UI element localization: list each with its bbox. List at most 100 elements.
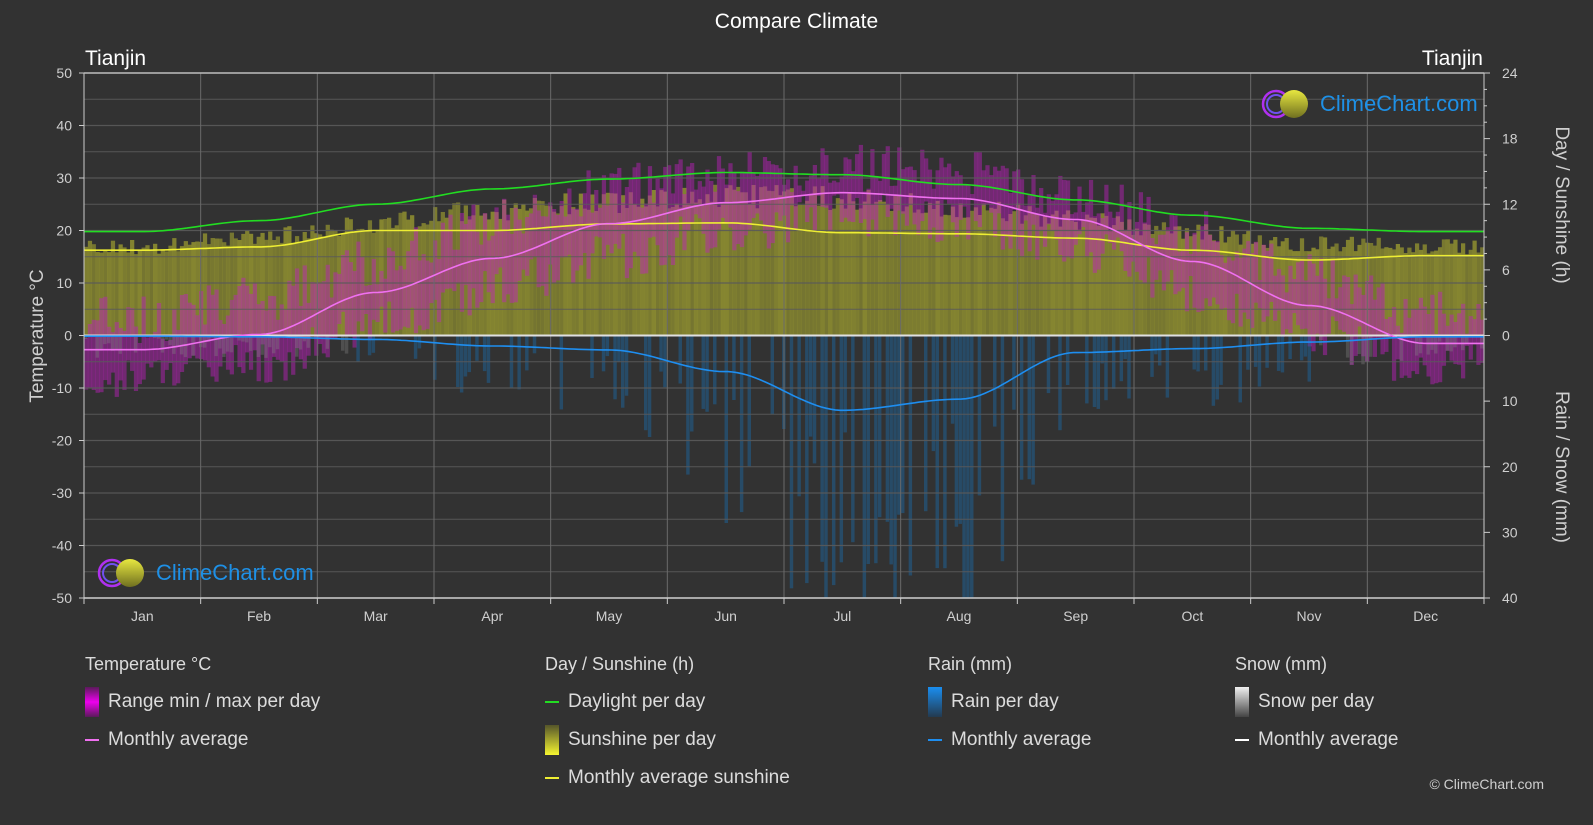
temp-range-day-bar bbox=[996, 170, 1002, 214]
legend-label: Snow per day bbox=[1258, 690, 1375, 712]
temp-range-day-bar bbox=[939, 157, 944, 241]
rain-day-bar bbox=[1123, 335, 1127, 360]
temp-range-day-bar bbox=[1100, 218, 1105, 254]
logo-text: ClimeChart.com bbox=[156, 560, 314, 585]
sunshine-day-bar bbox=[137, 250, 142, 336]
temp-range-day-bar bbox=[371, 258, 376, 320]
temp-range-day-bar bbox=[398, 265, 403, 330]
sunshine-day-bar bbox=[1039, 226, 1044, 336]
legend-item-rain: Rain per day bbox=[928, 686, 1091, 717]
sunshine-day-bar bbox=[1453, 239, 1458, 336]
temp-range-day-bar bbox=[644, 203, 649, 274]
sunshine-day-bar bbox=[1046, 223, 1051, 336]
temp-range-day-bar bbox=[993, 166, 998, 237]
temp-range-day-bar bbox=[578, 216, 584, 266]
temp-range-day-bar bbox=[122, 330, 127, 390]
temp-range-day-bar bbox=[858, 144, 864, 223]
rain-day-bar bbox=[559, 335, 564, 410]
temp-range-day-bar bbox=[1246, 241, 1251, 319]
temp-range-day-bar bbox=[854, 154, 860, 198]
rain-day-bar bbox=[1127, 335, 1131, 399]
rain-day-bar bbox=[732, 335, 736, 400]
rain-day-bar bbox=[1000, 335, 1005, 562]
rain-day-bar bbox=[1196, 335, 1200, 372]
temp-range-day-bar bbox=[486, 240, 491, 293]
rain-day-bar bbox=[1150, 335, 1154, 377]
sunshine-day-bar bbox=[1434, 250, 1439, 336]
rain-day-bar bbox=[958, 335, 962, 524]
rain-day-bar bbox=[954, 335, 959, 527]
sunshine-day-bar bbox=[107, 252, 112, 336]
temp-range-day-bar bbox=[1230, 260, 1236, 324]
sunshine-day-bar bbox=[843, 208, 848, 336]
rain-day-bar bbox=[1085, 335, 1089, 404]
x-tick-label-apr: Apr bbox=[481, 608, 503, 624]
rain-day-bar bbox=[993, 335, 997, 427]
temp-range-day-bar bbox=[609, 173, 614, 254]
temp-range-day-bar bbox=[1138, 192, 1144, 281]
rain-swatch bbox=[928, 686, 942, 717]
snow-day-bar bbox=[99, 335, 103, 351]
sunshine-day-bar bbox=[920, 213, 925, 336]
legend-item-temp-range: Range min / max per day bbox=[85, 686, 320, 717]
sunshine-day-bar bbox=[877, 200, 883, 336]
temp-range-day-bar bbox=[617, 167, 622, 249]
rain-day-bar bbox=[532, 335, 537, 354]
temp-range-day-bar bbox=[966, 184, 971, 240]
x-tick-label-oct: Oct bbox=[1181, 608, 1203, 624]
temp-range-day-bar bbox=[908, 166, 913, 206]
y-axis-label-rain-snow: Rain / Snow (mm) bbox=[1551, 390, 1572, 544]
sunshine-day-bar bbox=[889, 211, 894, 336]
rain-day-bar bbox=[701, 335, 705, 409]
temp-range-day-bar bbox=[505, 214, 511, 295]
temp-range-day-bar bbox=[1376, 287, 1381, 340]
sunshine-day-bar bbox=[931, 209, 936, 336]
sunshine-day-bar bbox=[133, 254, 139, 336]
temp-range-day-bar bbox=[958, 175, 963, 220]
sunshine-day-bar bbox=[1445, 239, 1450, 336]
rain-day-bar bbox=[808, 335, 813, 437]
temp-range-day-bar bbox=[1288, 265, 1293, 334]
temp-range-day-bar bbox=[893, 185, 898, 236]
temp-range-day-bar bbox=[463, 223, 468, 285]
climechart-logo-bottom[interactable]: ClimeChart.com bbox=[96, 557, 314, 589]
snow-day-bar bbox=[264, 335, 268, 358]
temp-range-day-bar bbox=[847, 159, 852, 222]
temp-range-day-bar bbox=[310, 282, 315, 328]
sunshine-day-bar bbox=[1050, 214, 1055, 336]
temp-range-day-bar bbox=[252, 283, 258, 351]
chart-title: Compare Climate bbox=[714, 10, 879, 33]
sunshine-day-bar bbox=[904, 206, 910, 336]
temp-range-day-bar bbox=[156, 303, 162, 361]
temp-avg-swatch bbox=[85, 738, 99, 741]
rain-day-bar bbox=[950, 335, 955, 424]
sunshine-day-bar bbox=[801, 205, 806, 336]
temp-range-day-bar bbox=[862, 191, 867, 220]
sunshine-day-bar bbox=[885, 204, 890, 336]
temp-range-day-bar bbox=[402, 269, 407, 327]
sunshine-day-bar bbox=[977, 215, 982, 336]
temp-range-day-bar bbox=[563, 216, 568, 257]
sunshine-day-bar bbox=[563, 193, 568, 336]
sunshine-day-bar bbox=[908, 193, 913, 336]
temp-range-day-bar bbox=[597, 207, 603, 238]
rain-day-bar bbox=[482, 335, 487, 372]
temp-range-day-bar bbox=[1468, 316, 1473, 360]
temp-range-day-bar bbox=[540, 216, 545, 286]
temp-range-day-bar bbox=[555, 215, 561, 281]
sunshine-day-bar bbox=[924, 212, 929, 336]
temp-range-day-bar bbox=[509, 233, 514, 303]
temp-range-day-bar bbox=[962, 185, 967, 207]
sunshine-day-bar bbox=[831, 208, 837, 336]
temp-range-day-bar bbox=[410, 240, 415, 308]
temp-range-day-bar bbox=[1154, 244, 1159, 280]
city-label-right: Tianjin bbox=[1421, 47, 1483, 70]
temp-range-day-bar bbox=[713, 191, 718, 248]
sunshine-day-bar bbox=[962, 217, 967, 336]
temp-range-day-bar bbox=[1096, 213, 1101, 270]
temp-range-day-bar bbox=[1307, 254, 1312, 347]
temp-range-day-bar bbox=[678, 159, 683, 217]
climechart-logo-icon bbox=[1261, 89, 1308, 119]
rain-day-bar bbox=[1096, 335, 1101, 409]
climechart-logo-top[interactable]: ClimeChart.com bbox=[1260, 88, 1478, 120]
